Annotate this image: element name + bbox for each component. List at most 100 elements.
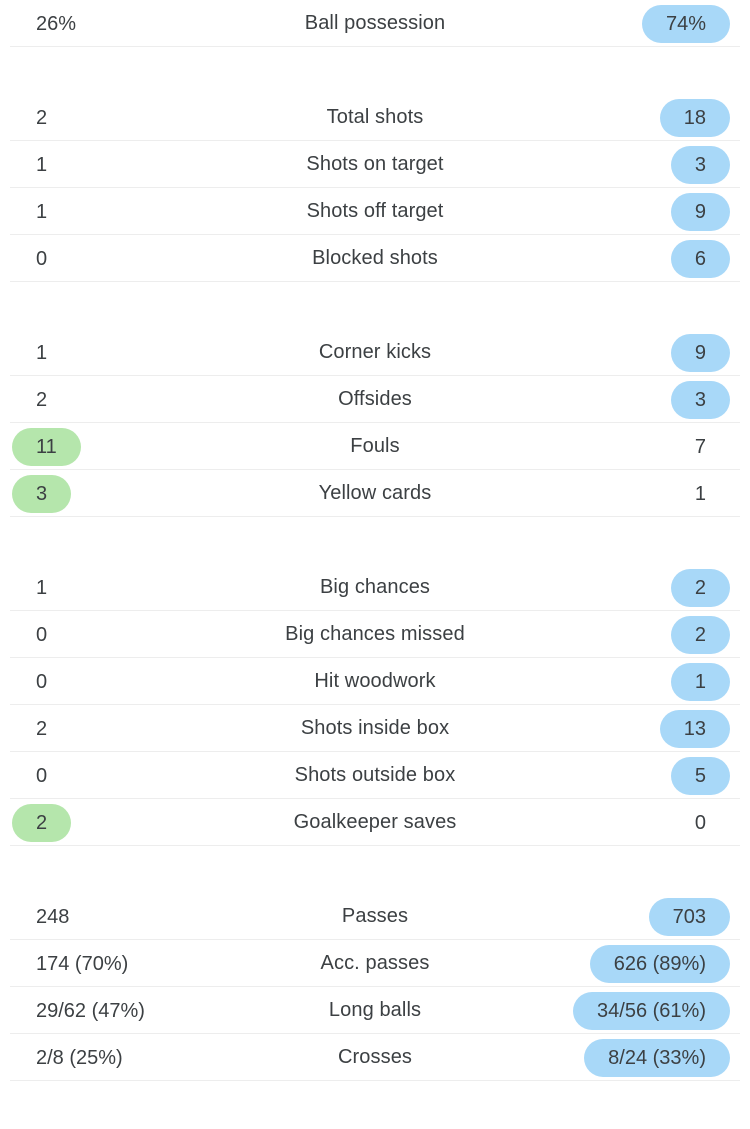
- group-separator: [0, 47, 750, 94]
- home-value-cell: 0: [0, 757, 260, 795]
- home-value: 0: [36, 623, 48, 646]
- away-value-highlight: 703: [648, 897, 730, 936]
- away-value-highlight: 9: [670, 333, 730, 372]
- stat-label: Crosses: [337, 1046, 413, 1068]
- away-value-cell: 703: [490, 897, 750, 936]
- stat-label: Acc. passes: [320, 952, 430, 974]
- home-value: 1: [36, 576, 48, 599]
- home-value-cell: 1: [0, 146, 260, 184]
- home-value-cell: 2: [0, 710, 260, 748]
- home-value-cell: 1: [0, 334, 260, 372]
- table-row: 2 Offsides 3: [0, 376, 750, 423]
- away-value-highlight: 6: [670, 239, 730, 278]
- stat-label: Hit woodwork: [314, 670, 436, 692]
- home-value: 1: [36, 153, 48, 176]
- home-value-cell: 29/62 (47%): [0, 992, 260, 1030]
- away-value-highlight: 5: [670, 756, 730, 795]
- home-value-highlight: 2: [12, 803, 72, 842]
- stat-group-discipline: 1 Corner kicks 9 2 Offsides 3 11 Fouls 7 3 Yellow …: [0, 329, 750, 517]
- home-value-cell: 3: [0, 474, 260, 513]
- stat-label: Fouls: [350, 435, 400, 457]
- away-value-highlight: 9: [670, 192, 730, 231]
- home-value-cell: 2/8 (25%): [0, 1039, 260, 1077]
- away-value-highlight: 2: [670, 615, 730, 654]
- away-value-highlight: 3: [670, 380, 730, 419]
- away-value-cell: 3: [490, 380, 750, 419]
- away-value-highlight: 13: [659, 709, 730, 748]
- away-value-highlight: 74%: [641, 4, 730, 43]
- match-statistics-panel: 26% Ball possession 74% 2 Total shots 18 1 Shot…: [0, 0, 750, 1129]
- away-value-cell: 18: [490, 98, 750, 137]
- away-value-cell: 0: [490, 804, 750, 842]
- home-value: 0: [36, 670, 48, 693]
- stat-label: Ball possession: [304, 12, 446, 34]
- home-value: 0: [36, 247, 48, 270]
- home-value: 2/8 (25%): [36, 1046, 123, 1069]
- home-value: 248: [36, 905, 70, 928]
- away-value-cell: 13: [490, 709, 750, 748]
- home-value-cell: 0: [0, 663, 260, 701]
- stat-group-passing: 248 Passes 703 174 (70%) Acc. passes 626 (89%…: [0, 893, 750, 1081]
- group-separator: [0, 846, 750, 893]
- away-value-cell: 2: [490, 568, 750, 607]
- home-value: 26%: [36, 12, 77, 35]
- home-value-cell: 0: [0, 616, 260, 654]
- away-value-cell: 3: [490, 145, 750, 184]
- stat-label: Corner kicks: [318, 341, 432, 363]
- home-value-cell: 0: [0, 240, 260, 278]
- away-value-cell: 74%: [490, 4, 750, 43]
- table-row: 11 Fouls 7: [0, 423, 750, 470]
- table-row: 26% Ball possession 74%: [0, 0, 750, 47]
- home-value: 1: [36, 341, 48, 364]
- away-value-cell: 5: [490, 756, 750, 795]
- group-separator: [0, 282, 750, 329]
- table-row: 1 Big chances 2: [0, 564, 750, 611]
- stat-group-chances: 1 Big chances 2 0 Big chances missed 2 0 Hit wo…: [0, 564, 750, 846]
- away-value: 1: [694, 482, 706, 505]
- home-value-cell: 1: [0, 569, 260, 607]
- home-value-cell: 2: [0, 381, 260, 419]
- stat-label: Shots outside box: [294, 764, 456, 786]
- table-row: 1 Shots off target 9: [0, 188, 750, 235]
- away-value-cell: 1: [490, 475, 750, 513]
- stat-label: Shots off target: [306, 200, 444, 222]
- table-row: 29/62 (47%) Long balls 34/56 (61%): [0, 987, 750, 1034]
- away-value-cell: 34/56 (61%): [490, 991, 750, 1030]
- home-value: 174 (70%): [36, 952, 129, 975]
- away-value: 7: [694, 435, 706, 458]
- home-value: 29/62 (47%): [36, 999, 145, 1022]
- away-value: 0: [694, 811, 706, 834]
- table-row: 2 Goalkeeper saves 0: [0, 799, 750, 846]
- table-row: 0 Big chances missed 2: [0, 611, 750, 658]
- stat-label: Total shots: [326, 106, 424, 128]
- away-value-cell: 2: [490, 615, 750, 654]
- stat-label: Shots inside box: [300, 717, 450, 739]
- bottom-padding: [0, 1081, 750, 1117]
- home-value-highlight: 3: [12, 474, 72, 513]
- away-value-cell: 6: [490, 239, 750, 278]
- away-value-highlight: 1: [670, 662, 730, 701]
- table-row: 248 Passes 703: [0, 893, 750, 940]
- table-row: 2 Total shots 18: [0, 94, 750, 141]
- table-row: 174 (70%) Acc. passes 626 (89%): [0, 940, 750, 987]
- away-value-cell: 9: [490, 333, 750, 372]
- stat-label: Passes: [341, 905, 409, 927]
- away-value-cell: 8/24 (33%): [490, 1038, 750, 1077]
- away-value-highlight: 3: [670, 145, 730, 184]
- away-value-highlight: 18: [659, 98, 730, 137]
- table-row: 0 Shots outside box 5: [0, 752, 750, 799]
- stat-label: Big chances: [319, 576, 431, 598]
- home-value: 2: [36, 106, 48, 129]
- home-value-cell: 248: [0, 898, 260, 936]
- away-value-cell: 7: [490, 428, 750, 466]
- home-value-cell: 11: [0, 427, 260, 466]
- home-value-cell: 2: [0, 99, 260, 137]
- home-value-cell: 174 (70%): [0, 945, 260, 983]
- stat-label: Offsides: [338, 388, 412, 410]
- home-value: 1: [36, 200, 48, 223]
- away-value-highlight: 34/56 (61%): [573, 991, 730, 1030]
- away-value-highlight: 2: [670, 568, 730, 607]
- home-value-highlight: 11: [12, 427, 81, 466]
- table-row: 1 Shots on target 3: [0, 141, 750, 188]
- group-separator: [0, 517, 750, 564]
